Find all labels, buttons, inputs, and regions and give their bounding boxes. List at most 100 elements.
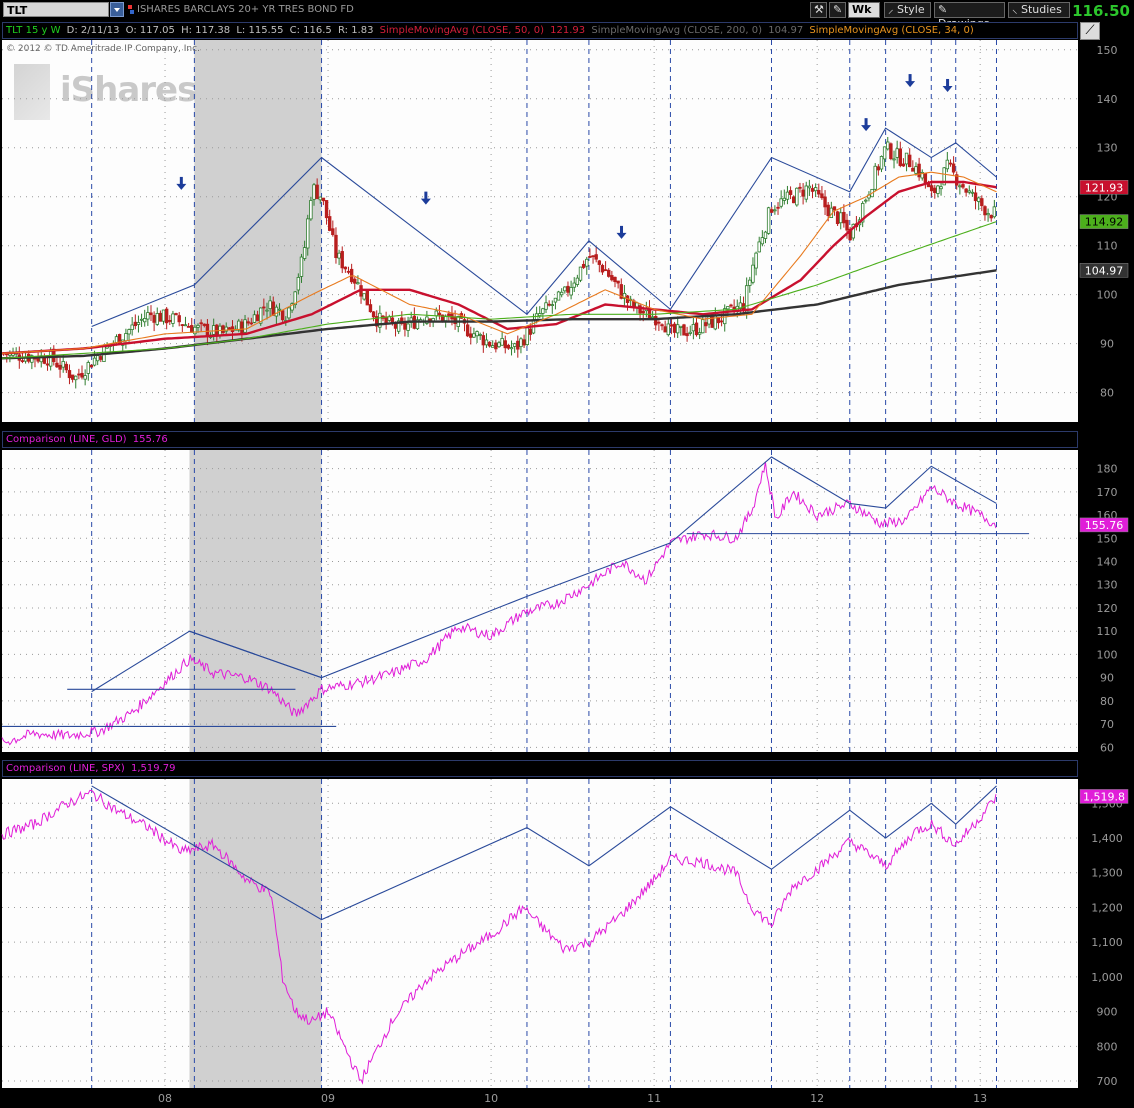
candle-body [158,312,163,322]
candle-body [183,324,188,327]
candle-body [976,197,981,202]
y-tick-label: 1,100 [1091,936,1123,949]
candle-body [133,321,138,327]
candle-body [161,309,166,322]
candle-body [318,196,322,201]
candle-body [581,263,586,268]
candle-body [951,163,956,173]
y-tick-label: 70 [1100,718,1114,731]
candle-body [252,314,257,323]
candle-body [500,338,504,346]
candle-body [343,266,348,270]
candle-body [196,324,200,328]
shaded-region [189,779,322,1088]
candle-body [773,209,777,212]
candle-body [553,297,558,303]
y-tick-label: 150 [1097,532,1118,545]
candle-body [205,323,210,338]
candle-body [682,324,686,336]
candle-body [657,321,661,324]
candle-body [675,324,680,334]
chart-canvas: 8090100110120130140150607080901001101201… [1,40,1129,1105]
candle-body [729,304,733,307]
candle-body [99,356,103,360]
pane-0-layer: 8090100110120130140150 [2,40,1118,422]
y-tick-label: 1,300 [1091,867,1123,880]
candle-body [566,285,570,293]
y-tick-label: 150 [1097,44,1118,57]
arrow-head [942,85,953,92]
candle-body [299,256,304,277]
candle-body [989,215,993,219]
shaded-region [189,450,322,752]
candle-body [371,311,376,318]
candle-body [970,191,975,194]
y-tick-label: 1,400 [1091,832,1123,845]
candle-body [346,270,351,273]
x-tick-label: 10 [484,1092,498,1105]
candle-body [274,306,279,317]
candle-body [296,277,301,291]
candle-body [437,312,442,316]
candle-body [908,154,912,168]
candle-body [277,308,282,311]
candle-body [89,364,94,368]
candle-body [287,307,291,319]
candle-body [936,185,940,194]
candle-body [760,237,765,245]
candle-body [798,186,802,189]
arrow-shaft [179,176,183,185]
candle-body [211,325,216,335]
y-tick-label: 140 [1097,556,1118,569]
arrow-head [905,81,916,88]
candle-body [365,290,370,306]
candle-body [497,342,501,348]
y-tick-label: 700 [1097,1075,1118,1088]
x-tick-label: 09 [321,1092,335,1105]
candle-body [600,265,605,273]
candle-body [340,251,344,269]
candle-body [243,319,247,333]
y-tick-label: 100 [1097,289,1118,302]
down-arrow-icon [905,74,916,88]
candle-body [685,333,689,337]
copyright-notice: © 2012 © TD Ameritrade IP Company, Inc. [6,44,200,54]
candle-body [481,335,486,346]
y-tick-label: 180 [1097,463,1118,476]
candle-body [86,362,90,374]
candle-body [835,211,840,225]
candle-body [491,345,495,348]
candle-body [697,332,702,335]
shaded-region [194,40,322,422]
candle-body [271,301,275,316]
x-tick-label: 12 [810,1092,824,1105]
y-tick-label: 130 [1097,579,1118,592]
candle-body [174,313,178,315]
candle-body [506,344,511,349]
candle-body [898,148,902,166]
candle-body [362,293,366,300]
candle-body [785,191,790,200]
x-tick-label: 13 [973,1092,987,1105]
candle-body [522,339,526,346]
candle-body [550,304,554,306]
candle-body [64,363,69,371]
candle-body [679,325,683,328]
candle-body [171,313,175,324]
candle-body [312,184,316,200]
y-tick-label: 1,200 [1091,901,1123,914]
candle-body [591,255,595,258]
arrow-shaft [620,225,624,234]
candle-body [334,234,338,258]
candle-body [519,338,523,348]
candle-body [572,282,576,288]
candle-body [719,320,724,323]
candle-body [331,228,335,236]
sma50-value-badge: 121.93 [1085,181,1124,194]
candle-body [641,310,645,314]
candle-body [127,329,131,335]
candle-body [569,287,573,296]
candle-body [544,302,548,310]
candle-body [503,340,507,349]
candle-body [302,247,307,259]
